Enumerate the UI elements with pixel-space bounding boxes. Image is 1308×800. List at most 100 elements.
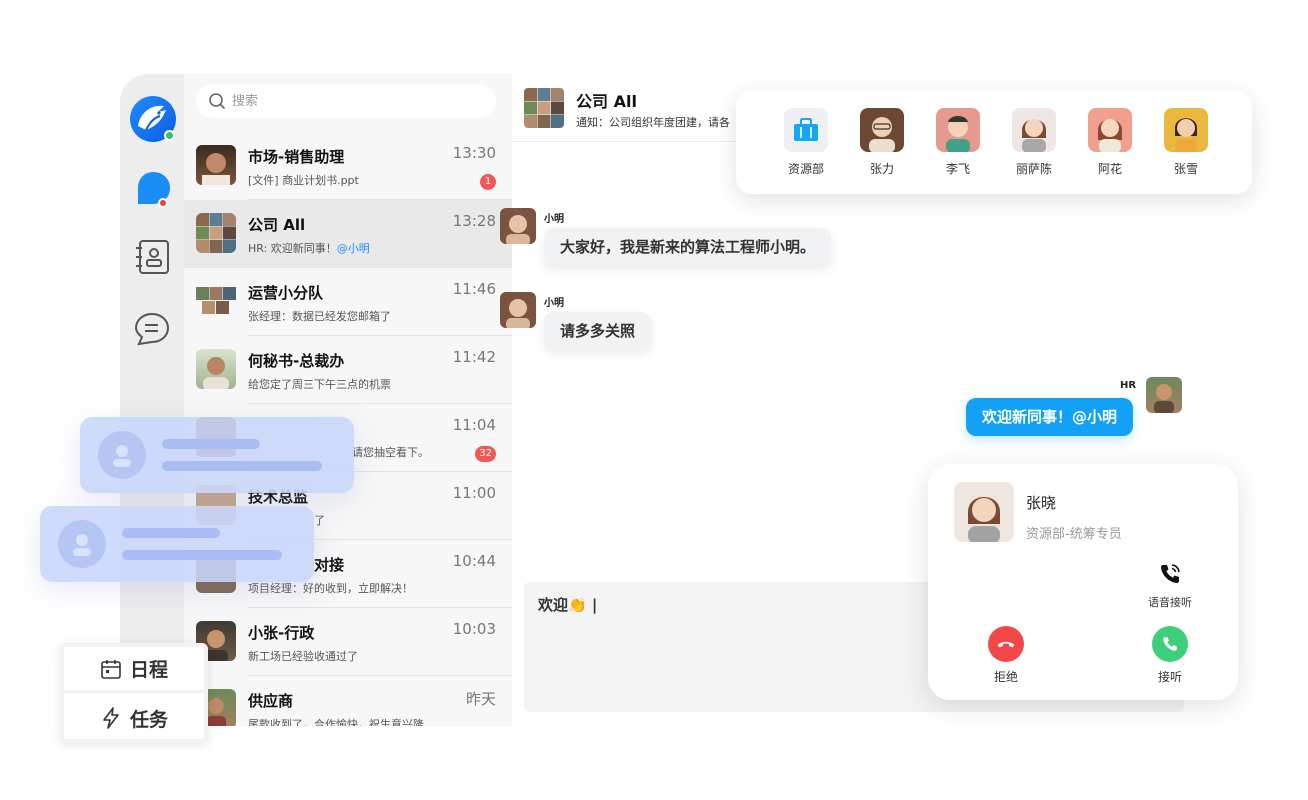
voice-answer-button[interactable]: 语音接听 xyxy=(1142,562,1198,610)
conversation-time: 11:04 xyxy=(452,416,496,434)
conversation-time: 13:30 xyxy=(452,144,496,162)
placeholder-card xyxy=(80,417,354,493)
sender-avatar[interactable] xyxy=(500,208,536,244)
preview-text: HR: 欢迎新同事！ xyxy=(248,242,337,255)
conversation-time: 昨天 xyxy=(465,690,496,708)
composer-input[interactable]: 欢迎👏 | xyxy=(538,594,597,615)
conversation-time: 10:44 xyxy=(452,552,496,570)
conversation-item[interactable]: 何秘书-总裁办 给您定了周三下午三点的机票 11:42 xyxy=(184,336,512,404)
group-avatar xyxy=(524,88,564,128)
contact-item[interactable]: 李飞 xyxy=(928,108,988,177)
conversation-preview: HR: 欢迎新同事！@小明 xyxy=(248,240,488,256)
conversation-time: 11:42 xyxy=(452,348,496,366)
conversation-preview: 尾款收到了，合作愉快，祝生意兴隆 xyxy=(248,718,424,726)
incoming-call-card: 张晓 资源部-统筹专员 语音接听 拒绝 接听 xyxy=(928,464,1238,700)
conversation-name: 何秘书-总裁办 xyxy=(248,352,345,370)
briefcase-icon xyxy=(784,108,828,152)
accept-label: 接听 xyxy=(1157,670,1182,684)
avatar xyxy=(1012,108,1056,152)
sender-avatar[interactable] xyxy=(1146,377,1182,413)
message-bubble: 请多多关照 xyxy=(544,312,652,350)
voice-answer-label: 语音接听 xyxy=(1148,596,1192,609)
message-bubble: 欢迎新同事！@小明 xyxy=(966,398,1134,436)
search-box[interactable] xyxy=(196,84,496,118)
avatar xyxy=(860,108,904,152)
placeholder-line xyxy=(122,550,282,560)
avatar xyxy=(1164,108,1208,152)
decline-label: 拒绝 xyxy=(993,670,1018,684)
group-avatar xyxy=(196,281,236,321)
conversation-item[interactable]: 市场-销售助理 [文件] 商业计划书.ppt 13:30 1 xyxy=(184,132,512,200)
caller-name: 张晓 xyxy=(1026,494,1057,512)
caller-role: 资源部-统筹专员 xyxy=(1026,527,1122,542)
contact-item[interactable]: 张雪 xyxy=(1156,108,1216,177)
conversation-item[interactable]: 公司 All HR: 欢迎新同事！@小明 13:28 xyxy=(184,200,512,268)
contact-item[interactable]: 阿花 xyxy=(1080,108,1140,177)
conversation-name: 运营小分队 xyxy=(248,284,324,302)
sender-name: 小明 xyxy=(544,214,564,225)
contacts-card: 资源部 张力 李飞 丽萨陈 阿花 张雪 xyxy=(736,90,1252,194)
conversation-name: 小张-行政 xyxy=(248,624,315,642)
unread-dot xyxy=(158,198,168,208)
lightning-icon xyxy=(103,707,119,729)
unread-badge: 1 xyxy=(480,174,496,190)
conversation-item[interactable]: 小张-行政 新工场已经验收通过了 10:03 xyxy=(184,608,512,676)
tasks-tab[interactable]: 任务 xyxy=(64,695,204,741)
conversation-time: 13:28 xyxy=(452,212,496,230)
conversation-time: 11:46 xyxy=(452,280,496,298)
contact-label: 张雪 xyxy=(1173,162,1198,176)
hang-up-icon xyxy=(988,626,1024,662)
contact-resource-dept[interactable]: 资源部 xyxy=(776,108,836,177)
decline-button[interactable]: 拒绝 xyxy=(976,626,1036,685)
conversation-preview: 给您定了周三下午三点的机票 xyxy=(248,378,391,391)
conversation-name: 市场-销售助理 xyxy=(248,148,345,166)
conversation-preview: 新工场已经验收通过了 xyxy=(248,650,358,663)
contact-item[interactable]: 丽萨陈 xyxy=(1004,108,1064,177)
contact-label: 丽萨陈 xyxy=(1015,162,1052,176)
conversation-time: 11:00 xyxy=(452,484,496,502)
conversation-item[interactable]: 供应商 尾款收到了，合作愉快，祝生意兴隆 昨天 xyxy=(184,676,512,726)
conversation-item[interactable]: 运营小分队 张经理：数据已经发您邮箱了 11:46 xyxy=(184,268,512,336)
schedule-tab-label: 日程 xyxy=(129,659,168,681)
conversation-name: 供应商 xyxy=(248,692,294,710)
caller-avatar xyxy=(954,482,1014,542)
placeholder-line xyxy=(162,461,322,471)
placeholder-line xyxy=(162,439,260,449)
group-chat-nav-icon[interactable] xyxy=(134,310,172,348)
tasks-tab-label: 任务 xyxy=(129,708,168,731)
conversation-preview: 张经理：数据已经发您邮箱了 xyxy=(248,310,391,323)
avatar xyxy=(196,349,236,389)
quick-tabs: 日程 任务 xyxy=(60,643,208,743)
conversation-preview: 项目经理：好的收到，立即解决！ xyxy=(248,582,413,595)
avatar xyxy=(936,108,980,152)
calendar-icon xyxy=(101,659,121,679)
phone-voice-icon xyxy=(1161,564,1180,583)
search-input[interactable] xyxy=(232,84,482,118)
contact-label: 李飞 xyxy=(945,162,970,176)
user-placeholder-icon xyxy=(98,431,146,479)
conversation-name: 公司 All xyxy=(248,216,306,234)
chat-title: 公司 All xyxy=(576,92,637,111)
contacts-nav-icon[interactable] xyxy=(134,238,172,276)
avatar xyxy=(196,145,236,185)
schedule-tab[interactable]: 日程 xyxy=(64,647,204,693)
accept-button[interactable]: 接听 xyxy=(1140,626,1200,685)
sender-avatar[interactable] xyxy=(500,292,536,328)
sender-name: 小明 xyxy=(544,298,564,309)
mention-link[interactable]: @小明 xyxy=(337,242,370,255)
online-status-dot xyxy=(164,130,175,141)
group-notice[interactable]: 通知：公司组织年度团建，请各 xyxy=(576,114,730,130)
group-avatar xyxy=(196,213,236,253)
conversation-name: 对接 xyxy=(314,556,345,574)
sender-name: HR xyxy=(1120,380,1137,391)
contact-label: 张力 xyxy=(869,162,894,176)
nav-rail xyxy=(120,74,184,726)
contact-label: 阿花 xyxy=(1097,162,1122,176)
user-placeholder-icon xyxy=(58,520,106,568)
conversation-preview: [文件] 商业计划书.ppt xyxy=(248,174,359,187)
search-icon xyxy=(209,93,226,110)
phone-icon xyxy=(1152,626,1188,662)
contact-label: 资源部 xyxy=(787,162,824,176)
placeholder-card xyxy=(40,506,314,582)
contact-item[interactable]: 张力 xyxy=(852,108,912,177)
